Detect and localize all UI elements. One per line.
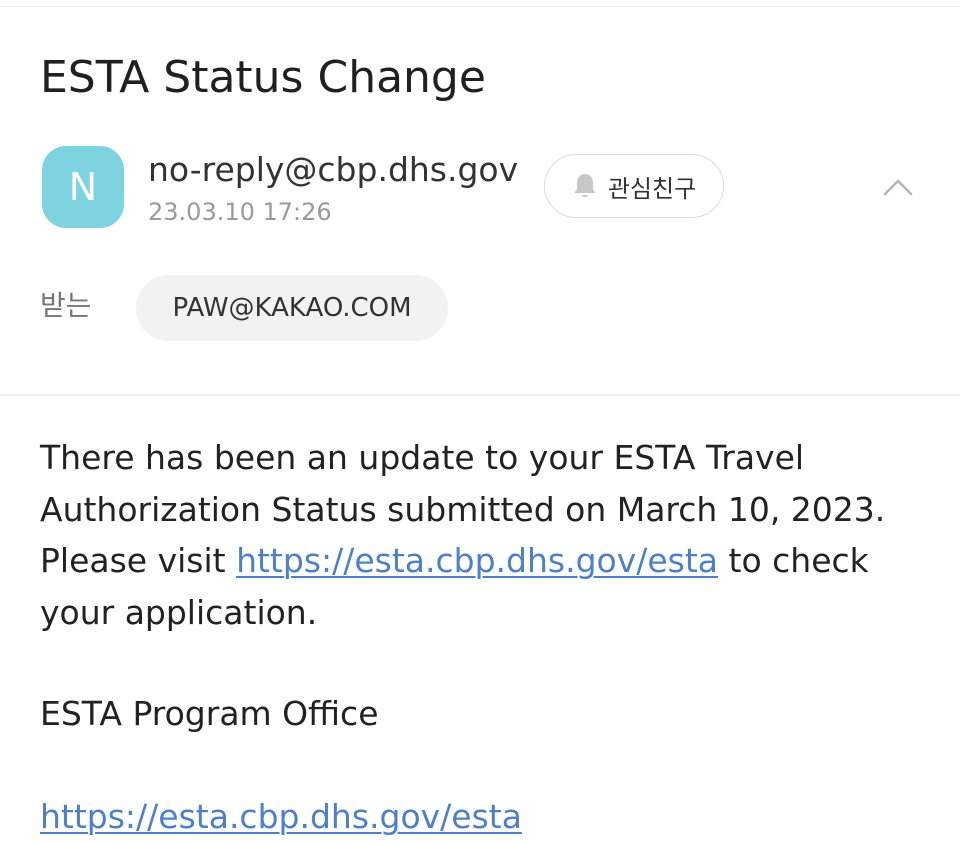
top-divider [0, 6, 960, 7]
recipient-label: 받는 [40, 289, 92, 322]
received-date: 23.03.10 17:26 [148, 198, 332, 226]
mail-subject: ESTA Status Change [40, 52, 486, 103]
mail-body: There has been an update to your ESTA Tr… [40, 432, 930, 638]
esta-link[interactable]: https://esta.cbp.dhs.gov/esta [236, 541, 718, 580]
footer-esta-link[interactable]: https://esta.cbp.dhs.gov/esta [40, 791, 522, 843]
recipient-address: PAW@KAKAO.COM [172, 293, 412, 323]
bell-icon [574, 174, 596, 198]
header-divider [0, 394, 960, 396]
recipient-chip[interactable]: PAW@KAKAO.COM [136, 275, 448, 341]
sender-email[interactable]: no-reply@cbp.dhs.gov [148, 148, 518, 192]
favorite-friend-button[interactable]: 관심친구 [544, 154, 724, 218]
signature: ESTA Program Office [40, 694, 379, 733]
chevron-up-icon[interactable] [878, 170, 918, 200]
sender-avatar[interactable]: N [42, 146, 124, 228]
favorite-friend-label: 관심친구 [607, 174, 697, 203]
